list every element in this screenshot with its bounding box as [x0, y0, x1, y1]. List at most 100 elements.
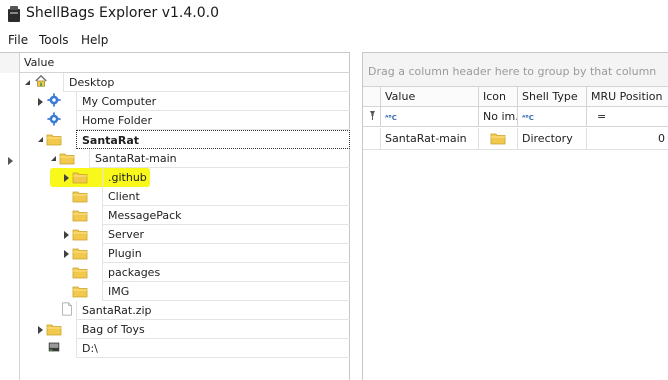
column-header-value[interactable]: Value	[381, 87, 479, 107]
tree-node-label: SantaRat.zip	[82, 304, 152, 317]
menu-tools[interactable]: Tools	[39, 33, 69, 47]
folder-icon	[490, 133, 506, 145]
filter-pin-icon	[363, 107, 381, 127]
tree-node-label: Desktop	[69, 76, 115, 89]
tree-node-github[interactable]: .github	[20, 168, 350, 187]
folder-icon	[72, 191, 88, 203]
tree-node-santarat[interactable]: SantaRat	[20, 130, 350, 149]
column-header-shell-type[interactable]: Shell Type	[518, 87, 587, 107]
filter-shell-type[interactable]: ᴬᴮC	[518, 107, 587, 127]
filter-value[interactable]: ᴬᴮC	[381, 107, 479, 127]
column-header-icon[interactable]: Icon	[479, 87, 518, 107]
menu-file[interactable]: File	[8, 33, 28, 47]
filter-mru-position[interactable]: =	[587, 107, 668, 127]
folder-icon	[72, 210, 88, 222]
tree-header-gutter	[0, 53, 20, 73]
tree-node-plugin[interactable]: Plugin	[20, 244, 350, 263]
expand-arrow-icon[interactable]	[38, 98, 43, 106]
app-icon	[8, 6, 20, 22]
tree-cell: Client	[102, 187, 350, 206]
grid-filter-row: ᴬᴮC No im... ᴬᴮC =	[363, 107, 668, 127]
tree-node-label: MessagePack	[108, 209, 182, 222]
tree-cell: Home Folder	[76, 111, 350, 130]
tree-node-label: Server	[108, 228, 145, 241]
tree-cell: D:\	[76, 339, 350, 358]
folder-icon	[59, 153, 75, 165]
home-icon	[35, 74, 47, 87]
cell-shell-type[interactable]: Directory	[518, 128, 587, 150]
tree-node-label: Bag of Toys	[82, 323, 145, 336]
collapse-arrow-icon[interactable]	[51, 156, 56, 161]
column-header-mru-position[interactable]: MRU Position	[587, 87, 668, 107]
cell-value[interactable]: SantaRat-main	[381, 128, 479, 150]
details-grid-pane: Drag a column header here to group by th…	[362, 52, 668, 380]
group-by-placeholder: Drag a column header here to group by th…	[368, 65, 657, 78]
tree-node-home-folder[interactable]: Home Folder	[20, 111, 350, 130]
tree-cell: Desktop	[63, 73, 350, 92]
folder-icon	[72, 172, 88, 184]
row-indicator	[363, 128, 381, 150]
expand-arrow-icon[interactable]	[64, 250, 69, 258]
grid-header-row: Value Icon Shell Type MRU Position	[363, 87, 668, 107]
tree-node-desktop[interactable]: Desktop	[20, 73, 350, 92]
title-bar: ShellBags Explorer v1.4.0.0	[0, 0, 668, 30]
tree-cell: SantaRat.zip	[76, 301, 350, 320]
tree-node-bag-of-toys[interactable]: Bag of Toys	[20, 320, 350, 339]
menu-bar: File Tools Help	[0, 30, 668, 50]
tree-node-my-computer[interactable]: My Computer	[20, 92, 350, 111]
tree-node-label: .github	[108, 171, 147, 184]
tree-node-label: IMG	[108, 285, 130, 298]
tree-node-label: Client	[108, 190, 140, 203]
tree-node-client[interactable]: Client	[20, 187, 350, 206]
tree-node-label: packages	[108, 266, 161, 279]
expand-arrow-icon[interactable]	[64, 231, 69, 239]
folder-icon	[72, 286, 88, 298]
tree-cell: Plugin	[102, 244, 350, 263]
tree-header: Value	[0, 53, 350, 73]
cell-mru-position[interactable]: 0	[587, 128, 668, 150]
tree-cell: packages	[102, 263, 350, 282]
drive-icon	[48, 342, 60, 352]
gear-icon	[47, 112, 61, 126]
tree-node-img[interactable]: IMG	[20, 282, 350, 301]
filter-icon-column[interactable]: No im...	[479, 107, 518, 127]
shellbags-tree-pane: Value Desktop My Computer Home Folder Sa…	[0, 52, 350, 380]
menu-help[interactable]: Help	[81, 33, 108, 47]
tree-node-label: Plugin	[108, 247, 142, 260]
expand-arrow-icon[interactable]	[64, 174, 69, 182]
abc-filter-icon: ᴬᴮC	[385, 114, 397, 122]
tree-node-drive-d[interactable]: D:\	[20, 339, 350, 358]
cell-icon[interactable]	[479, 128, 518, 150]
folder-icon	[46, 134, 62, 146]
tree-node-packages[interactable]: packages	[20, 263, 350, 282]
tree-cell: .github	[102, 168, 350, 187]
gear-icon	[47, 93, 61, 107]
file-icon	[62, 302, 72, 316]
tree-cell: My Computer	[76, 92, 350, 111]
folder-icon	[72, 267, 88, 279]
tree-node-label: SantaRat-main	[95, 152, 177, 165]
tree-cell-selected: SantaRat	[76, 130, 350, 149]
tree-column-value[interactable]: Value	[24, 56, 54, 69]
collapse-arrow-icon[interactable]	[25, 80, 30, 85]
grid-header-indicator	[363, 87, 381, 107]
folder-icon	[72, 248, 88, 260]
tree-cell: Bag of Toys	[76, 320, 350, 339]
tree-cell: IMG	[102, 282, 350, 301]
abc-filter-icon: ᴬᴮC	[522, 114, 534, 122]
window-title: ShellBags Explorer v1.4.0.0	[26, 5, 219, 21]
tree-node-messagepack[interactable]: MessagePack	[20, 206, 350, 225]
tree-node-server[interactable]: Server	[20, 225, 350, 244]
tree-row-gutter	[0, 73, 20, 380]
group-by-panel[interactable]: Drag a column header here to group by th…	[363, 53, 668, 87]
tree-cell: SantaRat-main	[89, 149, 350, 168]
tree-node-santarat-zip[interactable]: SantaRat.zip	[20, 301, 350, 320]
tree-node-label: My Computer	[82, 95, 157, 108]
folder-icon	[46, 324, 62, 336]
expand-arrow-icon[interactable]	[38, 326, 43, 334]
grid-row[interactable]: SantaRat-main Directory 0	[363, 128, 668, 150]
collapse-arrow-icon[interactable]	[38, 137, 43, 142]
tree-node-santarat-main[interactable]: SantaRat-main	[20, 149, 350, 168]
tree-cell: Server	[102, 225, 350, 244]
tree-node-label: Home Folder	[82, 114, 152, 127]
